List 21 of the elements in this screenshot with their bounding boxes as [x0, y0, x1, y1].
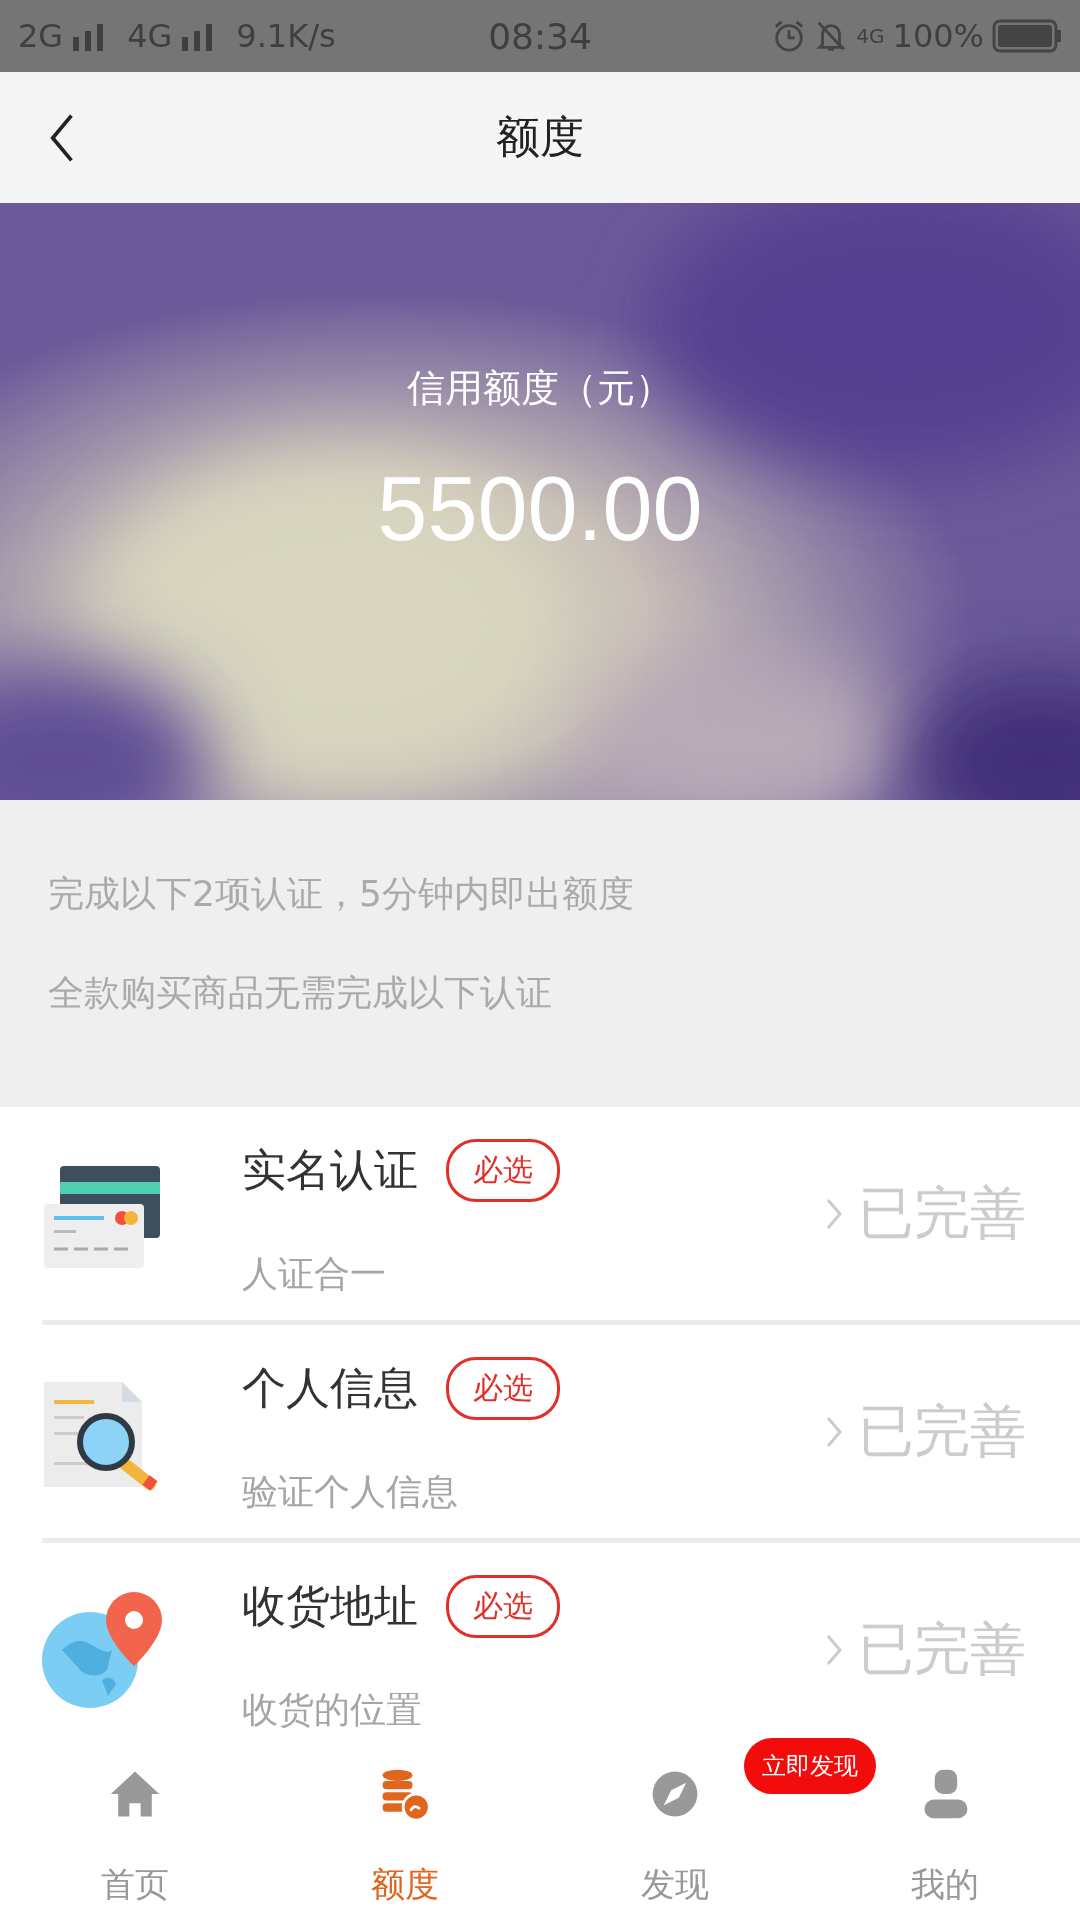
battery-icon	[992, 19, 1062, 53]
note-text: 全款购买商品无需完成以下认证	[48, 971, 553, 1015]
required-tag: 必选	[446, 1138, 560, 1202]
nav-tab[interactable]: 发现	[610, 1740, 740, 1920]
credit-label: 信用额度（元）	[407, 365, 673, 412]
item-subtitle: 人证合一	[242, 1251, 387, 1296]
required-tag: 必选	[446, 1574, 560, 1638]
item-subtitle: 收货的位置	[242, 1687, 423, 1732]
nav-tab[interactable]: 额度	[340, 1740, 470, 1920]
credit-amount: 5500.00	[377, 458, 703, 561]
nav-tab[interactable]: 首页	[70, 1740, 200, 1920]
required-tag: 必选	[446, 1356, 560, 1420]
item-subtitle: 验证个人信息	[242, 1469, 459, 1514]
nav-tab[interactable]: 我的	[880, 1740, 1010, 1920]
note-text: 完成以下2项认证，5分钟内即出额度	[48, 872, 635, 916]
page-title: 额度	[496, 110, 584, 164]
item-title: 个人信息	[242, 1360, 418, 1415]
item-title: 收货地址	[242, 1578, 418, 1633]
globe-pin-icon	[42, 1589, 162, 1710]
promo-badge: 立即发现	[744, 1738, 876, 1794]
item-title: 实名认证	[242, 1142, 418, 1197]
